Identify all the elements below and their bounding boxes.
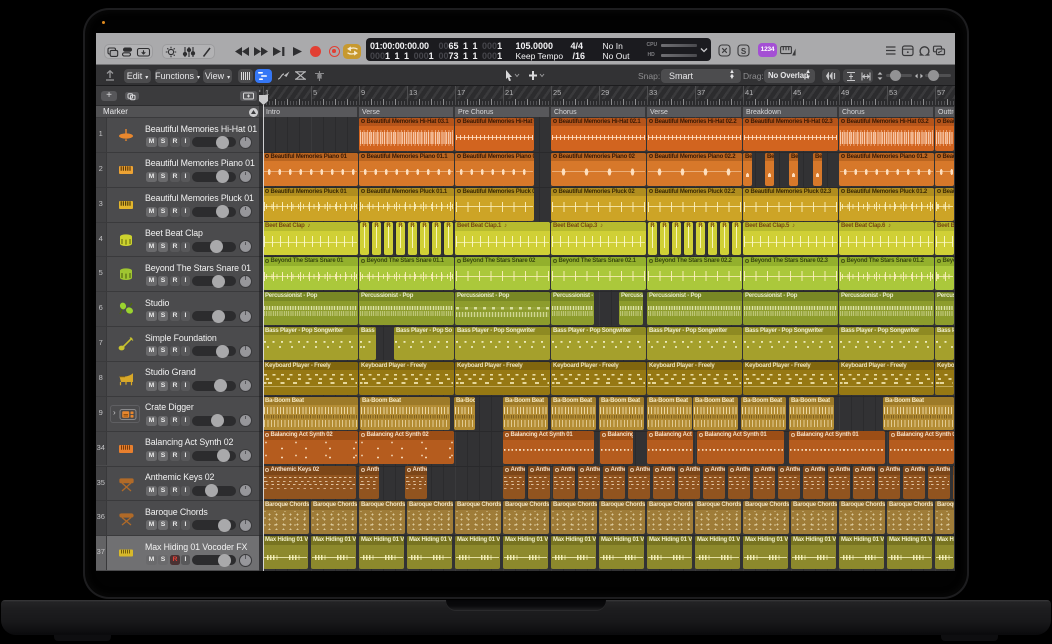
svg-text:S: S <box>741 47 747 56</box>
